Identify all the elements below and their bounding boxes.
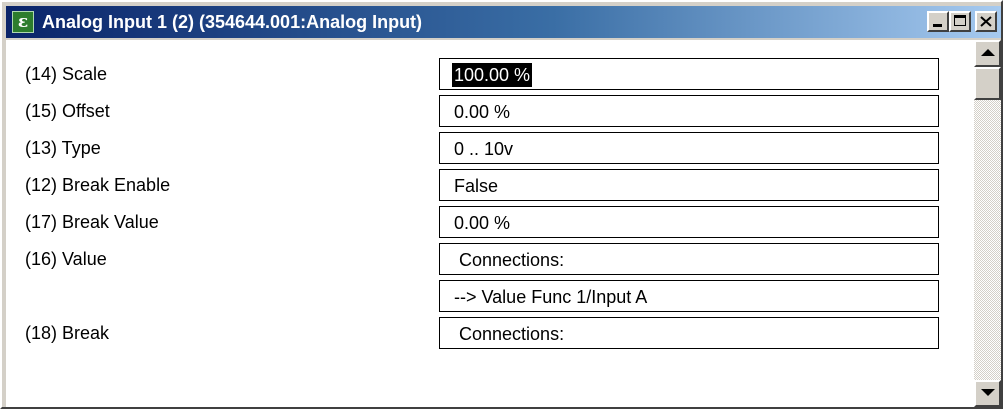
param-label: (16) Value bbox=[25, 249, 107, 269]
param-value: Connections: bbox=[454, 250, 565, 270]
param-label: (12) Break Enable bbox=[25, 175, 171, 195]
param-row-break: (18) Break Connections: bbox=[6, 317, 974, 353]
app-icon[interactable]: ε bbox=[12, 11, 34, 33]
title-bar[interactable]: ε Analog Input 1 (2) (354644.001:Analog … bbox=[6, 6, 1001, 38]
param-value: --> Value Func 1/Input A bbox=[454, 287, 648, 307]
param-label: (17) Break Value bbox=[25, 212, 159, 232]
minimize-button[interactable] bbox=[927, 11, 949, 32]
param-value: 0 .. 10v bbox=[454, 139, 514, 159]
window-title: Analog Input 1 (2) (354644.001:Analog In… bbox=[42, 12, 423, 32]
minimize-icon bbox=[933, 24, 942, 27]
type-field[interactable]: 0 .. 10v bbox=[439, 132, 939, 164]
param-label: (18) Break bbox=[25, 323, 110, 343]
param-value: 0.00 % bbox=[454, 213, 511, 233]
value-connection-link-field[interactable]: --> Value Func 1/Input A bbox=[439, 280, 939, 312]
param-value: Connections: bbox=[454, 324, 565, 344]
param-row-value-connection: --> Value Func 1/Input A bbox=[6, 280, 974, 316]
offset-field[interactable]: 0.00 % bbox=[439, 95, 939, 127]
param-value: False bbox=[454, 176, 499, 196]
scroll-down-arrow-icon bbox=[981, 389, 995, 396]
param-row-value: (16) Value Connections: bbox=[6, 243, 974, 279]
param-row-break-value: (17) Break Value 0.00 % bbox=[6, 206, 974, 242]
param-row-offset: (15) Offset 0.00 % bbox=[6, 95, 974, 131]
parameter-list: (14) Scale 100.00 % (15) Offset 0.00 % (… bbox=[6, 40, 974, 407]
scroll-up-arrow-icon bbox=[981, 49, 995, 56]
close-button[interactable] bbox=[975, 11, 997, 32]
analog-input-window: ε Analog Input 1 (2) (354644.001:Analog … bbox=[0, 0, 1003, 409]
value-connections-field[interactable]: Connections: bbox=[439, 243, 939, 275]
scroll-down-button[interactable] bbox=[974, 380, 1001, 407]
param-label: (13) Type bbox=[25, 138, 101, 158]
scroll-up-button[interactable] bbox=[974, 40, 1001, 67]
param-row-type: (13) Type 0 .. 10v bbox=[6, 132, 974, 168]
maximize-button[interactable] bbox=[949, 11, 971, 32]
param-value: 100.00 % bbox=[452, 63, 533, 87]
close-icon bbox=[980, 16, 992, 27]
param-value: 0.00 % bbox=[454, 102, 511, 122]
scale-field[interactable]: 100.00 % bbox=[439, 58, 939, 90]
scroll-thumb[interactable] bbox=[974, 67, 1001, 100]
param-row-break-enable: (12) Break Enable False bbox=[6, 169, 974, 205]
param-label: (15) Offset bbox=[25, 101, 110, 121]
param-label: (14) Scale bbox=[25, 64, 108, 84]
param-row-scale: (14) Scale 100.00 % bbox=[6, 58, 974, 94]
break-value-field[interactable]: 0.00 % bbox=[439, 206, 939, 238]
break-connections-field[interactable]: Connections: bbox=[439, 317, 939, 349]
break-enable-field[interactable]: False bbox=[439, 169, 939, 201]
maximize-icon bbox=[954, 15, 966, 26]
vertical-scrollbar[interactable] bbox=[974, 40, 1001, 407]
